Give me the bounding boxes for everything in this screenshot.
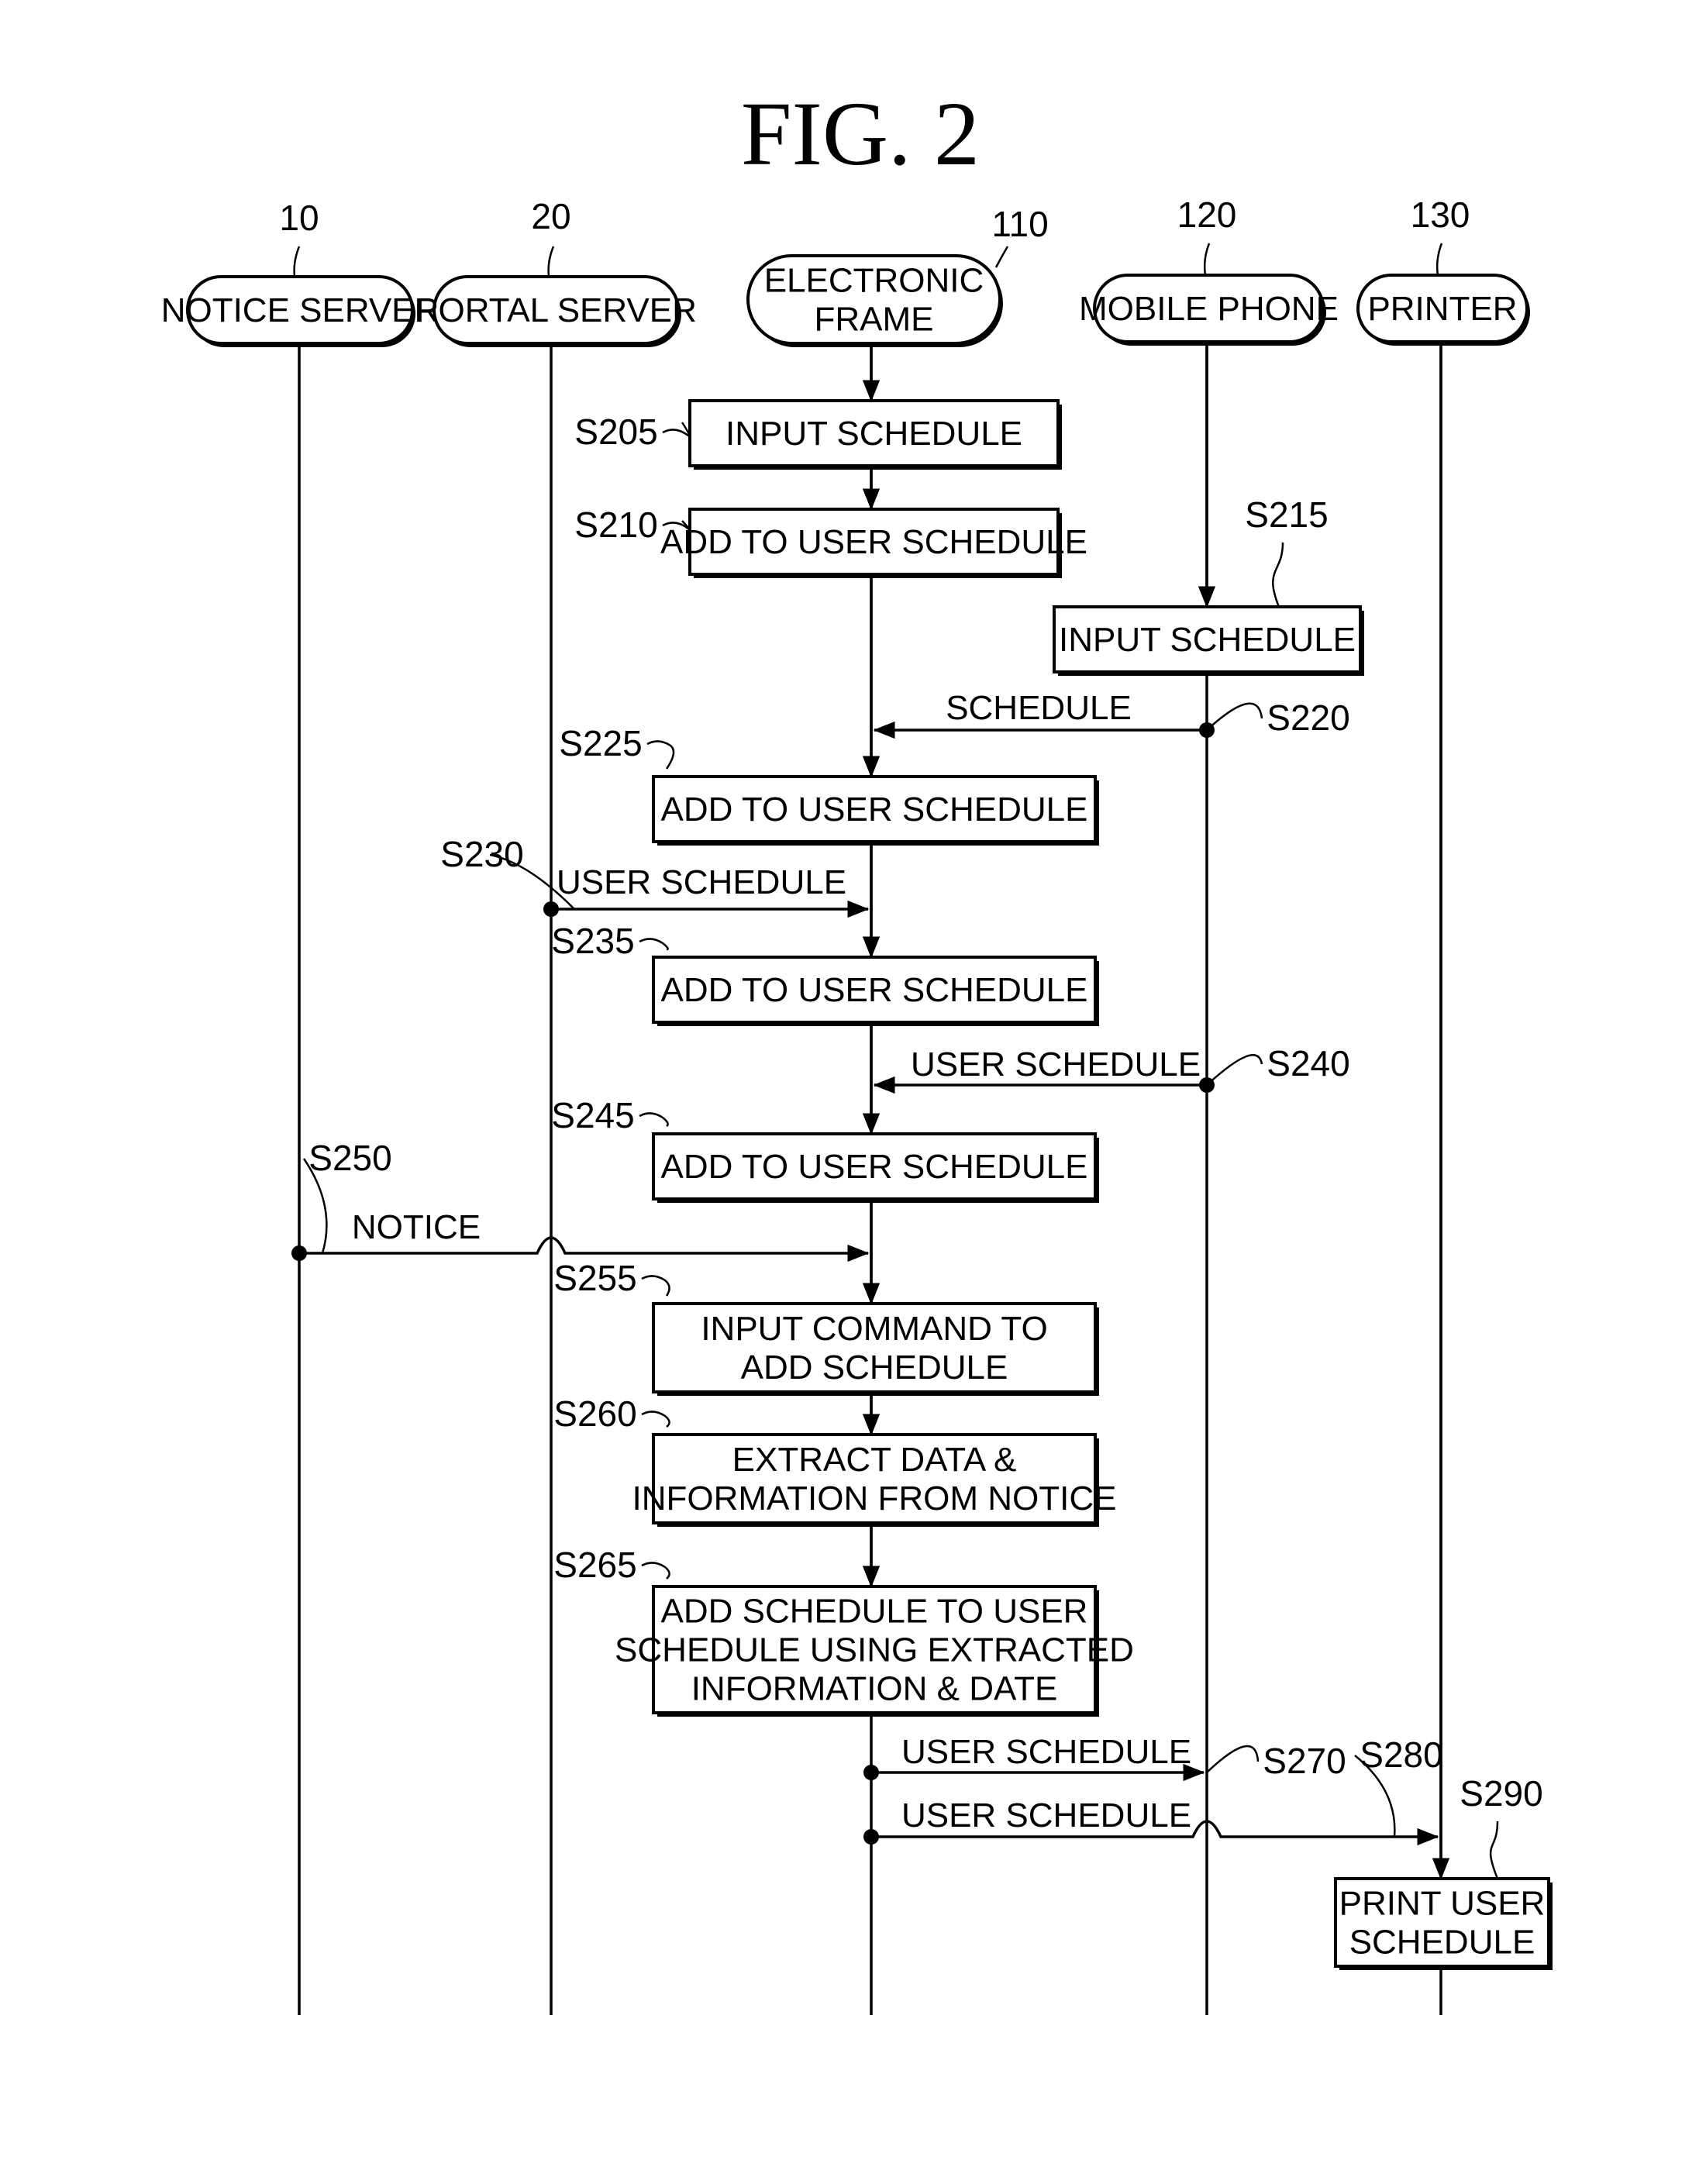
actor-label: ELECTRONIC [764, 262, 984, 300]
figure-title: FIG. 2 [741, 83, 980, 184]
ref-leader-line [547, 246, 555, 277]
step-leader-line [641, 1275, 670, 1297]
step-text: INPUT SCHEDULE [1059, 621, 1356, 659]
step-text: INPUT COMMAND TO [701, 1310, 1047, 1348]
actor-ref-number: 20 [531, 196, 570, 236]
step-s215: INPUT SCHEDULE S215 [1053, 494, 1364, 676]
ref-leader-line [1203, 243, 1211, 276]
message-s240: USER SCHEDULE S240 [873, 1043, 1350, 1094]
step-text: ADD TO USER SCHEDULE [661, 1148, 1088, 1186]
actor-ref-number: 110 [991, 204, 1048, 244]
message-s230: USER SCHEDULE S230 [440, 834, 870, 918]
actor-mobile: MOBILE PHONE 120 [1079, 195, 1339, 346]
message-s270: USER SCHEDULE S270 [863, 1733, 1346, 1782]
step-s205: INPUT SCHEDULE S205 [574, 399, 1062, 470]
message-label: USER SCHEDULE [901, 1733, 1191, 1771]
step-text: ADD SCHEDULE TO USER [661, 1593, 1088, 1631]
step-leader-line [641, 1562, 670, 1579]
message-label: USER SCHEDULE [557, 863, 846, 901]
actor-label: PORTAL SERVER [415, 291, 697, 329]
step-text: EXTRACT DATA & [732, 1441, 1017, 1479]
message-id-label: S270 [1263, 1741, 1346, 1781]
step-text: PRINT USER [1339, 1885, 1546, 1923]
message-label: SCHEDULE [946, 689, 1132, 727]
steps: INPUT SCHEDULES205ADD TO USER SCHEDULES2… [551, 342, 1553, 1970]
actor-notice: NOTICE SERVER 10 [161, 198, 439, 347]
sequence-diagram: FIG. 2 NOTICE SERVER 10 PORTAL SERVER 20 ELE… [0, 0, 1706, 2184]
message-id-label: S240 [1267, 1043, 1349, 1083]
message-label: NOTICE [352, 1208, 481, 1246]
actor-printer: PRINTER 130 [1356, 195, 1530, 346]
message-label: USER SCHEDULE [911, 1045, 1201, 1083]
message-leader-line [1206, 702, 1263, 731]
actor-ref-number: 120 [1177, 195, 1237, 235]
actor-portal: PORTAL SERVER 20 [415, 196, 697, 347]
message-id-label: S230 [440, 834, 523, 874]
step-leader-line [641, 1411, 670, 1428]
step-s225: ADD TO USER SCHEDULE S225 [559, 723, 1099, 846]
actor-label: PRINTER [1367, 290, 1517, 328]
step-s290: PRINT USERSCHEDULE S290 [1334, 1773, 1553, 1970]
step-text: INFORMATION FROM NOTICE [632, 1480, 1117, 1517]
message-id-label: S280 [1360, 1734, 1442, 1775]
step-leader-line [639, 938, 669, 951]
actor-label: NOTICE SERVER [161, 291, 439, 329]
actor-ref-number: 10 [279, 198, 319, 238]
step-s210: ADD TO USER SCHEDULES210 [574, 505, 1087, 578]
step-text: SCHEDULE [1349, 1924, 1535, 1962]
step-s265: ADD SCHEDULE TO USERSCHEDULE USING EXTRA… [553, 1545, 1134, 1717]
step-leader-line [646, 740, 675, 770]
step-id-label: S245 [551, 1095, 634, 1135]
ref-leader-line [1435, 243, 1443, 276]
step-leader-line [1489, 1821, 1499, 1879]
step-id-label: S265 [553, 1545, 636, 1585]
step-text: INFORMATION & DATE [691, 1670, 1058, 1708]
actor-frame: ELECTRONICFRAME 110 [746, 204, 1049, 347]
step-id-label: S205 [574, 412, 657, 452]
step-id-label: S260 [553, 1393, 636, 1434]
step-id-label: S290 [1460, 1773, 1542, 1814]
step-id-label: S225 [559, 723, 642, 763]
actor-ref-number: 130 [1411, 195, 1470, 235]
step-text: ADD SCHEDULE [741, 1349, 1008, 1387]
message-id-label: S220 [1267, 698, 1349, 738]
step-text: INPUT SCHEDULE [725, 415, 1022, 453]
actors: NOTICE SERVER 10 PORTAL SERVER 20 ELECTRONIC… [161, 195, 1530, 347]
message-origin-dot [863, 1765, 879, 1780]
diagram-svg: FIG. 2 NOTICE SERVER 10 PORTAL SERVER 20 ELE… [161, 83, 1553, 2015]
message-label: USER SCHEDULE [901, 1796, 1191, 1834]
step-text: ADD TO USER SCHEDULE [661, 791, 1088, 828]
message-origin-dot [543, 901, 559, 917]
step-leader-line [639, 1112, 669, 1128]
actor-label: FRAME [815, 301, 934, 339]
actor-label: MOBILE PHONE [1079, 290, 1339, 328]
message-origin-dot [291, 1245, 307, 1261]
step-leader-line [1272, 542, 1284, 608]
step-s235: ADD TO USER SCHEDULE S235 [551, 921, 1099, 1026]
ref-leader-line [293, 246, 301, 277]
step-id-label: S255 [553, 1258, 636, 1298]
message-s220: SCHEDULE S220 [873, 689, 1350, 739]
step-s260: EXTRACT DATA &INFORMATION FROM NOTICE S26… [553, 1393, 1116, 1527]
step-text: ADD TO USER SCHEDULE [661, 971, 1088, 1009]
message-origin-dot [863, 1829, 879, 1845]
step-s245: ADD TO USER SCHEDULE S245 [551, 1095, 1099, 1203]
step-s255: INPUT COMMAND TOADD SCHEDULE S255 [553, 1258, 1099, 1396]
message-leader-line [1206, 1745, 1260, 1773]
step-id-label: S215 [1245, 494, 1328, 535]
step-id-label: S210 [574, 505, 657, 545]
step-id-label: S235 [551, 921, 634, 961]
step-text: SCHEDULE USING EXTRACTED [615, 1631, 1134, 1669]
ref-leader-line [994, 246, 1009, 268]
message-id-label: S250 [308, 1138, 391, 1178]
step-text: ADD TO USER SCHEDULE [660, 523, 1087, 561]
message-leader-line [1206, 1054, 1263, 1086]
step-leader-line [662, 422, 691, 437]
